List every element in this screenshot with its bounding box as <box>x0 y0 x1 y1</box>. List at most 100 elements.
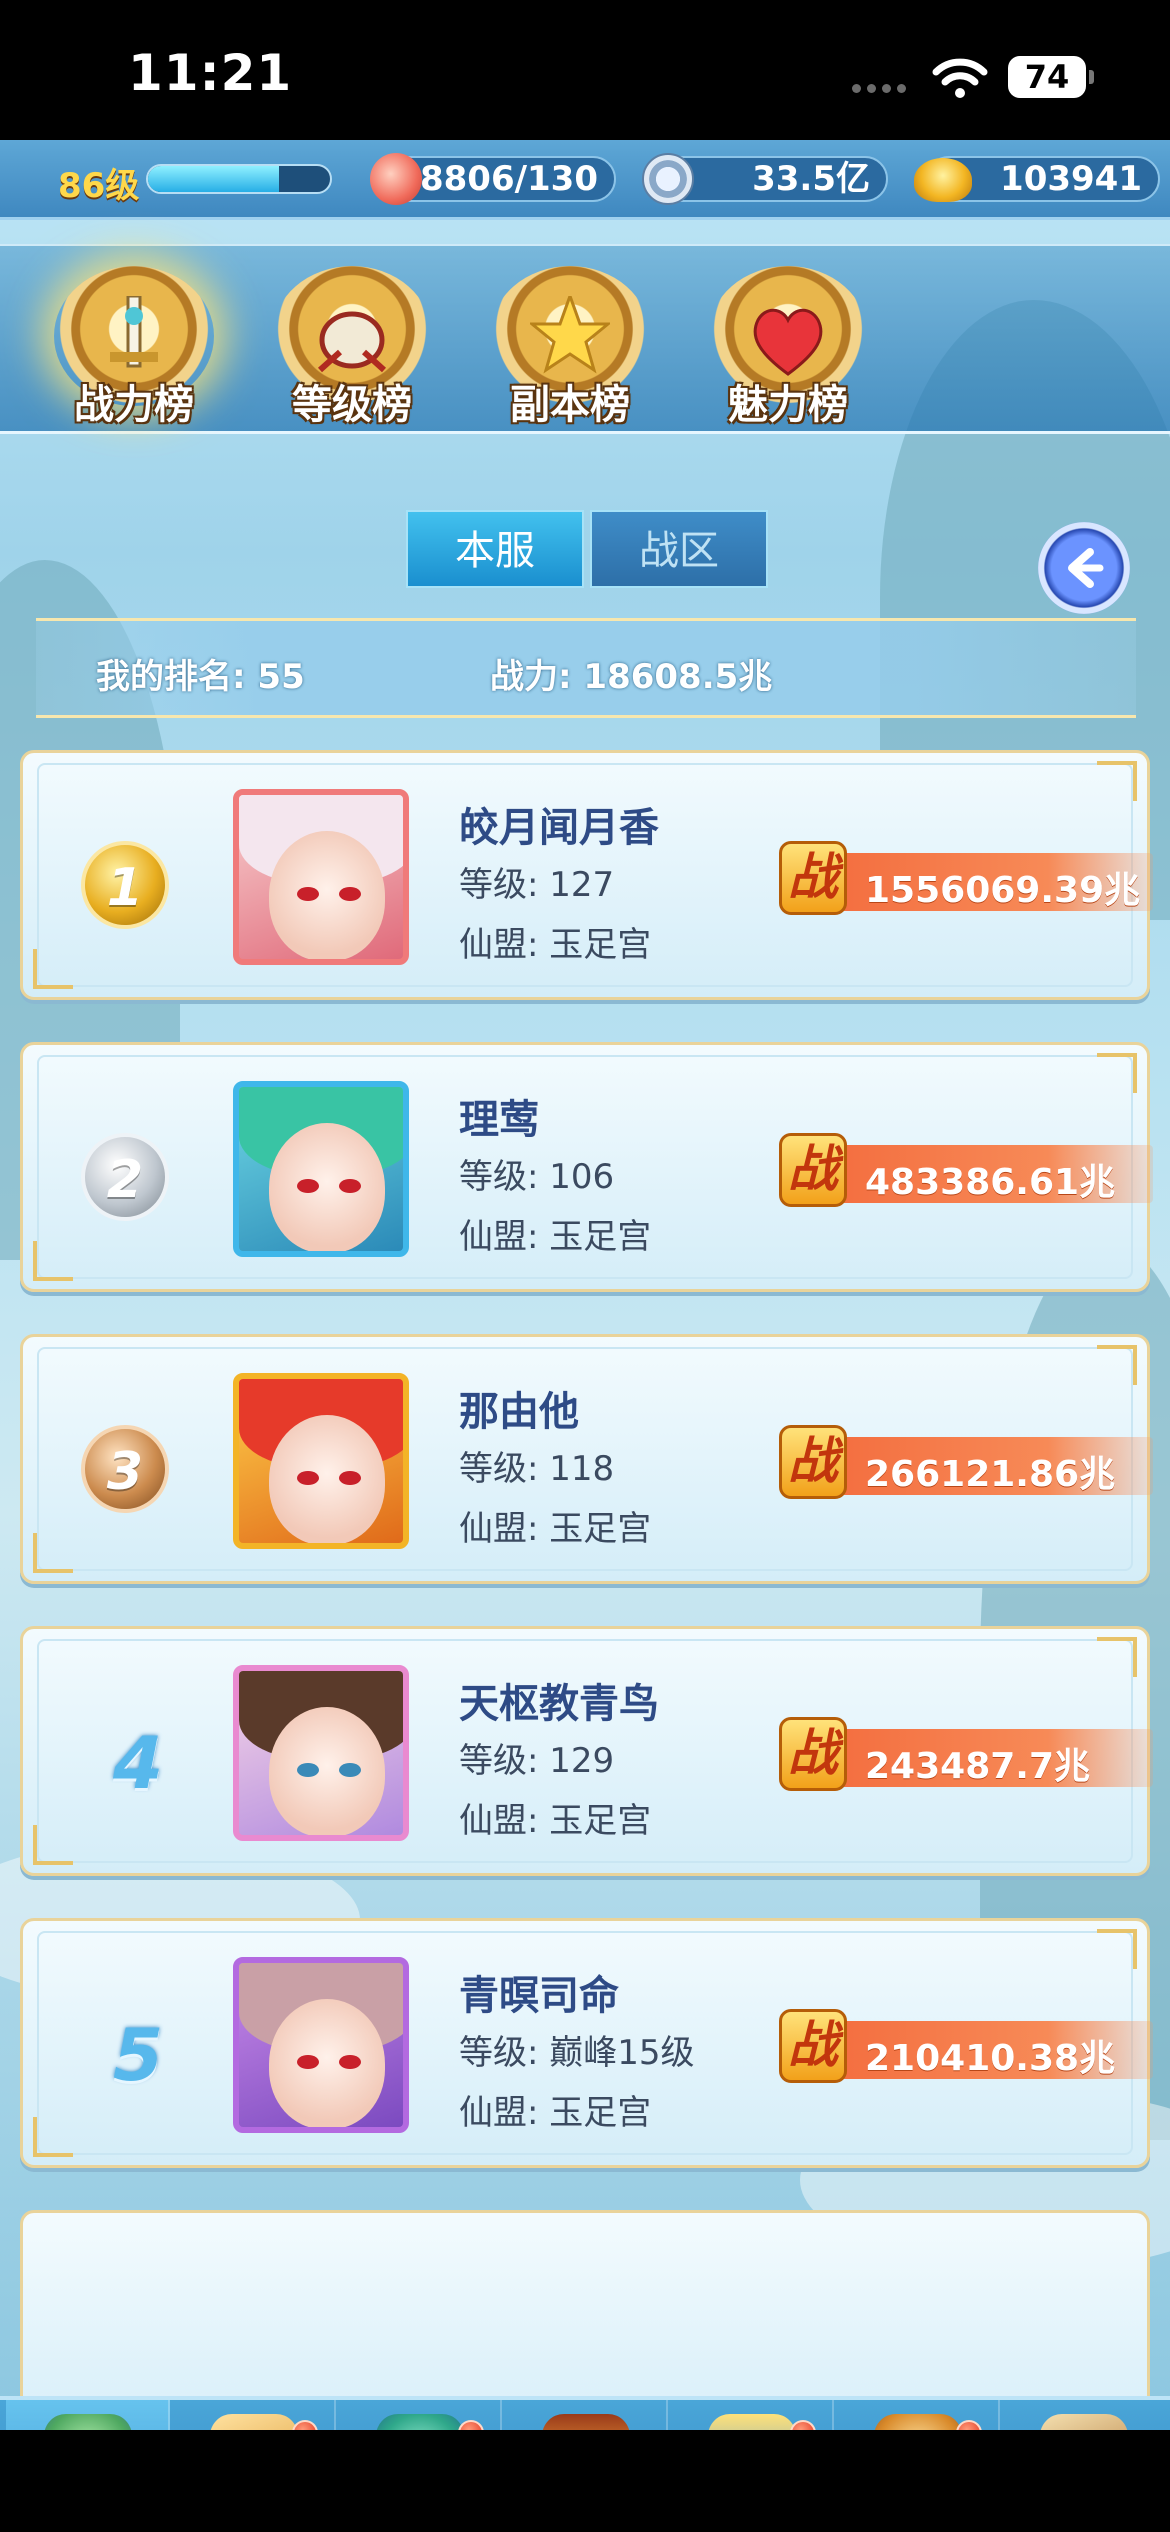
nav-home[interactable]: 首页 <box>6 2400 170 2430</box>
avatar[interactable] <box>233 1957 409 2133</box>
avatar-eye <box>339 1471 361 1485</box>
notification-dot <box>956 2420 982 2430</box>
power-value: 243487.7兆 <box>865 1746 1091 1787</box>
peach-icon <box>370 153 422 205</box>
gold-value: 103941 <box>1000 159 1142 199</box>
corner-ornament <box>1097 1053 1137 1093</box>
ranking-row[interactable]: 1 皎月闻月香 等级: 127 仙盟: 玉足宫 战 1556069.39兆 <box>20 750 1153 1000</box>
tab-label: 副本榜 <box>510 382 630 428</box>
rank-number: 4 <box>113 1721 164 1805</box>
avatar-eye <box>297 1471 319 1485</box>
tab-charm-rank[interactable]: 魅力榜 <box>690 266 886 436</box>
player-name: 理莺 <box>459 1097 539 1143</box>
nav-arena[interactable]: 斗法 <box>670 2400 834 2430</box>
notification-dot <box>292 2420 318 2430</box>
bottom-nav: 首页 阵容 历练 副本 斗法 <box>0 2396 1170 2430</box>
temple-gate-icon <box>542 2414 630 2430</box>
power-value: 483386.61兆 <box>865 1162 1116 1203</box>
player-guild-text: 仙盟: 玉足宫 <box>459 925 652 965</box>
my-power-text: 战力: 18608.5兆 <box>490 657 773 697</box>
tab-power-rank[interactable]: 战力榜 <box>36 266 232 436</box>
bronze-medal-icon: 3 <box>81 1425 169 1513</box>
avatar-eye <box>297 887 319 901</box>
leaderboard-screen: 86级 58806/130 33.5亿 103941 战力榜 等级榜 副本榜 魅… <box>0 140 1170 2430</box>
power-value: 1556069.39兆 <box>865 870 1141 911</box>
ranking-row[interactable]: 3 那由他 等级: 118 仙盟: 玉足宫 战 266121.86兆 <box>20 1334 1153 1584</box>
player-name: 那由他 <box>459 1389 579 1435</box>
scroll-map-icon <box>1040 2414 1128 2430</box>
treasure-bag-icon <box>874 2414 962 2430</box>
home-island-icon <box>44 2414 132 2430</box>
my-rank-strip: 我的排名: 55 战力: 18608.5兆 <box>36 618 1136 718</box>
power-value: 210410.38兆 <box>865 2038 1116 2079</box>
status-bar: 11:21 74 <box>0 0 1170 140</box>
nav-bag[interactable]: 背包 <box>836 2400 1000 2430</box>
ranking-row[interactable]: 2 理莺 等级: 106 仙盟: 玉足宫 战 483386.61兆 <box>20 1042 1153 1292</box>
battle-power-icon: 战 <box>779 2009 847 2083</box>
corner-ornament <box>1097 1929 1137 1969</box>
stamina-value: 58806/130 <box>396 159 598 199</box>
silver-value: 33.5亿 <box>752 159 870 199</box>
scroll-cards-icon <box>210 2414 298 2430</box>
avatar[interactable] <box>233 1081 409 1257</box>
avatar-eye <box>297 2055 319 2069</box>
avatar-eye <box>339 2055 361 2069</box>
avatar-face <box>269 1999 385 2127</box>
corner-ornament <box>1097 761 1137 801</box>
corner-ornament <box>33 2117 73 2157</box>
wifi-icon <box>932 58 988 98</box>
player-level-text: 等级: 118 <box>459 1449 615 1489</box>
avatar[interactable] <box>233 1373 409 1549</box>
corner-ornament <box>1097 1345 1137 1385</box>
ranking-row[interactable]: 4 天枢教青鸟 等级: 129 仙盟: 玉足宫 战 243487.7兆 <box>20 1626 1153 1876</box>
avatar-face <box>269 1707 385 1835</box>
corner-ornament <box>33 1533 73 1573</box>
battery-indicator: 74 <box>1008 56 1086 98</box>
tab-level-rank[interactable]: 等级榜 <box>254 266 450 436</box>
tab-local-server[interactable]: 本服 <box>406 510 584 588</box>
nav-seek-immortal[interactable]: 寻仙 <box>1002 2400 1166 2430</box>
avatar-face <box>269 1123 385 1251</box>
silver-medal-icon: 2 <box>81 1133 169 1221</box>
tab-war-zone[interactable]: 战区 <box>590 510 768 588</box>
player-level-text: 等级: 巅峰15级 <box>459 2033 695 2073</box>
avatar-eye <box>339 1179 361 1193</box>
cellular-signal-icon <box>852 84 906 93</box>
battle-power-icon: 战 <box>779 841 847 915</box>
my-rank-text: 我的排名: 55 <box>96 657 305 697</box>
nav-dungeon[interactable]: 副本 <box>504 2400 668 2430</box>
avatar-face <box>269 831 385 959</box>
player-name: 天枢教青鸟 <box>459 1681 659 1727</box>
nav-training[interactable]: 历练 <box>338 2400 502 2430</box>
player-name: 皎月闻月香 <box>459 805 659 851</box>
back-arrow-icon <box>1068 548 1104 588</box>
corner-ornament <box>33 1241 73 1281</box>
battle-power-icon: 战 <box>779 1425 847 1499</box>
silver-coin-icon <box>642 153 694 205</box>
avatar-eye <box>297 1763 319 1777</box>
avatar[interactable] <box>233 1665 409 1841</box>
gold-medal-icon: 1 <box>81 841 169 929</box>
player-level: 86级 <box>58 166 140 206</box>
player-guild-text: 仙盟: 玉足宫 <box>459 2093 652 2133</box>
nav-lineup[interactable]: 阵容 <box>172 2400 336 2430</box>
ranking-row[interactable]: 5 青暝司命 等级: 巅峰15级 仙盟: 玉足宫 战 210410.38兆 <box>20 1918 1153 2168</box>
gold-ingot-icon <box>914 158 972 202</box>
arena-tower-icon <box>708 2414 796 2430</box>
avatar-eye <box>339 887 361 901</box>
exp-bar-fill <box>148 166 280 192</box>
avatar[interactable] <box>233 789 409 965</box>
tab-dungeon-rank[interactable]: 副本榜 <box>472 266 668 436</box>
corner-ornament <box>33 1825 73 1865</box>
back-button[interactable] <box>1038 522 1130 614</box>
rank-number: 5 <box>113 2013 164 2097</box>
battery-tip <box>1089 70 1094 84</box>
power-value: 266121.86兆 <box>865 1454 1116 1495</box>
exp-bar <box>146 164 332 194</box>
tab-label: 魅力榜 <box>728 382 848 428</box>
player-level-text: 等级: 106 <box>459 1157 615 1197</box>
player-name: 青暝司命 <box>459 1973 619 2019</box>
corner-ornament <box>33 949 73 989</box>
avatar-eye <box>339 1763 361 1777</box>
notification-dot <box>790 2420 816 2430</box>
